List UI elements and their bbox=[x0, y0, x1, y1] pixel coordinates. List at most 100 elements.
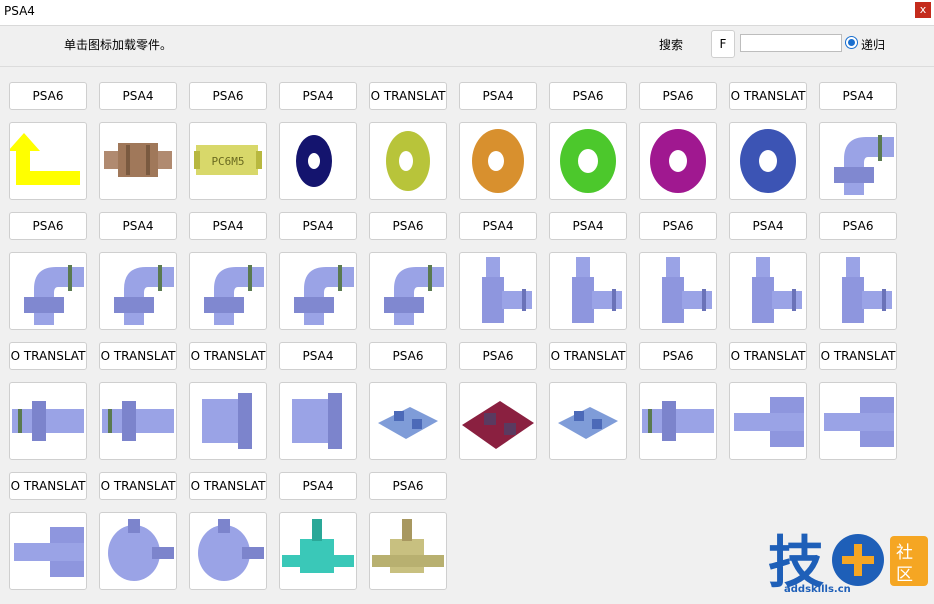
navy-washer-tile[interactable] bbox=[279, 122, 357, 200]
part-label-button[interactable]: O TRANSLAT bbox=[99, 472, 177, 500]
part-label-button[interactable]: PSA6 bbox=[549, 82, 627, 110]
part-label-button[interactable]: PSA6 bbox=[639, 82, 717, 110]
part-label-button[interactable]: O TRANSLAT bbox=[9, 472, 87, 500]
reducer-tile[interactable] bbox=[279, 382, 357, 460]
straight-fitting-icon bbox=[12, 401, 84, 441]
brass-fitting-tile[interactable]: PC6M5 bbox=[189, 122, 267, 200]
part-label-button[interactable]: PSA6 bbox=[9, 212, 87, 240]
straight-fitting-icon bbox=[642, 401, 714, 441]
y-fitting-icon bbox=[14, 527, 84, 577]
part-label-button[interactable]: PSA6 bbox=[639, 212, 717, 240]
yellow-arrow-tile[interactable] bbox=[9, 122, 87, 200]
recursive-radio[interactable] bbox=[845, 36, 858, 49]
part-label-button[interactable]: O TRANSLAT bbox=[549, 342, 627, 370]
flow-valve-tile[interactable] bbox=[459, 252, 537, 330]
flow-valve-tile[interactable] bbox=[549, 252, 627, 330]
elbow-fitting-icon bbox=[204, 265, 264, 325]
green-washer-tile[interactable] bbox=[549, 122, 627, 200]
flow-valve-tile[interactable] bbox=[819, 252, 897, 330]
part-label-button[interactable]: PSA4 bbox=[279, 82, 357, 110]
y-fitting-tile[interactable] bbox=[819, 382, 897, 460]
elbow-fitting-tile[interactable] bbox=[9, 252, 87, 330]
search-input[interactable] bbox=[740, 34, 842, 52]
part-label-button[interactable]: PSA4 bbox=[279, 472, 357, 500]
part-label-button[interactable]: O TRANSLAT bbox=[369, 82, 447, 110]
close-button[interactable]: x bbox=[915, 2, 931, 18]
part-label-button[interactable]: PSA4 bbox=[819, 82, 897, 110]
y-fitting-tile[interactable] bbox=[9, 512, 87, 590]
part-label-button[interactable]: PSA4 bbox=[549, 212, 627, 240]
straight-fitting-tile[interactable] bbox=[639, 382, 717, 460]
part-label-button[interactable]: O TRANSLAT bbox=[189, 342, 267, 370]
reducer-tile[interactable] bbox=[189, 382, 267, 460]
yellow-washer-tile[interactable] bbox=[369, 122, 447, 200]
part-label-button[interactable]: PSA6 bbox=[369, 212, 447, 240]
f-button[interactable]: F bbox=[711, 30, 735, 58]
flow-valve-icon bbox=[482, 257, 532, 323]
straight-fitting-tile[interactable] bbox=[9, 382, 87, 460]
part-label-button[interactable]: PSA6 bbox=[459, 342, 537, 370]
hint-text: 单击图标加载零件。 bbox=[64, 38, 173, 52]
svg-text:PC6M5: PC6M5 bbox=[211, 155, 244, 168]
elbow-fitting-tile[interactable] bbox=[279, 252, 357, 330]
part-label-button[interactable]: PSA4 bbox=[99, 82, 177, 110]
teal-valve-icon bbox=[282, 519, 354, 573]
flow-valve-icon bbox=[752, 257, 802, 323]
y-fitting-tile[interactable] bbox=[729, 382, 807, 460]
svg-text:社: 社 bbox=[896, 543, 913, 563]
part-label-button[interactable]: PSA4 bbox=[189, 212, 267, 240]
bracket-tile[interactable] bbox=[549, 382, 627, 460]
teal-valve-tile[interactable] bbox=[279, 512, 357, 590]
recursive-label: 递归 bbox=[861, 38, 886, 52]
part-label-button[interactable]: PSA4 bbox=[459, 82, 537, 110]
part-label-button[interactable]: PSA6 bbox=[819, 212, 897, 240]
elbow-fitting-tile[interactable] bbox=[369, 252, 447, 330]
bronze-fitting-tile[interactable] bbox=[99, 122, 177, 200]
orange-washer-tile[interactable] bbox=[459, 122, 537, 200]
purple-washer-icon bbox=[650, 129, 706, 193]
elbow-fitting-tile[interactable] bbox=[819, 122, 897, 200]
flow-valve-tile[interactable] bbox=[729, 252, 807, 330]
part-label-button[interactable]: O TRANSLAT bbox=[729, 342, 807, 370]
valve-tile[interactable] bbox=[99, 512, 177, 590]
yellow-arrow-icon bbox=[10, 133, 80, 185]
orange-washer-icon bbox=[472, 129, 524, 193]
part-label-button[interactable]: O TRANSLAT bbox=[99, 342, 177, 370]
elbow-fitting-icon bbox=[384, 265, 444, 325]
elbow-fitting-icon bbox=[24, 265, 84, 325]
part-label-button[interactable]: PSA4 bbox=[99, 212, 177, 240]
blue-washer-tile[interactable] bbox=[729, 122, 807, 200]
title-bar: PSA4 x bbox=[0, 0, 934, 26]
bracket-icon bbox=[378, 407, 438, 439]
elbow-fitting-tile[interactable] bbox=[99, 252, 177, 330]
part-label-button[interactable]: PSA4 bbox=[459, 212, 537, 240]
elbow-fitting-icon bbox=[114, 265, 174, 325]
part-label-button[interactable]: O TRANSLAT bbox=[819, 342, 897, 370]
part-label-button[interactable]: PSA4 bbox=[279, 212, 357, 240]
watermark-url: addskills.cn bbox=[784, 584, 851, 595]
part-label-button[interactable]: PSA6 bbox=[369, 472, 447, 500]
valve-tile[interactable] bbox=[189, 512, 267, 590]
svg-text:区: 区 bbox=[896, 565, 913, 585]
bracket-tile[interactable] bbox=[369, 382, 447, 460]
part-label-button[interactable]: O TRANSLAT bbox=[189, 472, 267, 500]
y-fitting-icon bbox=[734, 397, 804, 447]
part-label-button[interactable]: PSA4 bbox=[279, 342, 357, 370]
part-label-button[interactable]: PSA6 bbox=[9, 82, 87, 110]
part-label-button[interactable]: O TRANSLAT bbox=[729, 82, 807, 110]
part-label-button[interactable]: PSA6 bbox=[369, 342, 447, 370]
blue-washer-icon bbox=[740, 129, 796, 193]
part-label-button[interactable]: O TRANSLAT bbox=[9, 342, 87, 370]
navy-washer-icon bbox=[296, 135, 332, 187]
part-label-button[interactable]: PSA6 bbox=[639, 342, 717, 370]
maroon-bracket-tile[interactable] bbox=[459, 382, 537, 460]
purple-washer-tile[interactable] bbox=[639, 122, 717, 200]
flow-valve-icon bbox=[662, 257, 712, 323]
straight-fitting-tile[interactable] bbox=[99, 382, 177, 460]
flow-valve-icon bbox=[842, 257, 892, 323]
elbow-fitting-tile[interactable] bbox=[189, 252, 267, 330]
olive-valve-tile[interactable] bbox=[369, 512, 447, 590]
flow-valve-tile[interactable] bbox=[639, 252, 717, 330]
part-label-button[interactable]: PSA6 bbox=[189, 82, 267, 110]
part-label-button[interactable]: PSA4 bbox=[729, 212, 807, 240]
